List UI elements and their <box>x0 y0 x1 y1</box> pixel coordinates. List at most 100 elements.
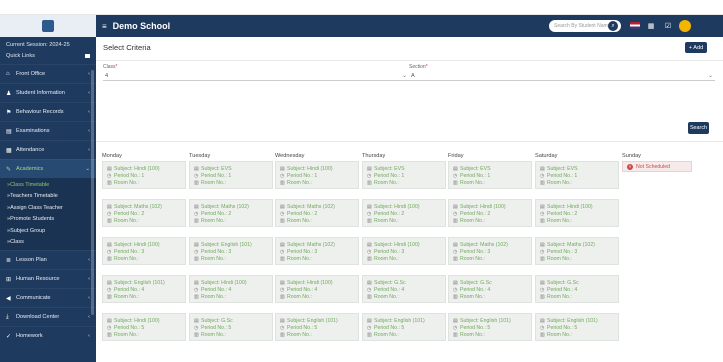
times-circle-icon: × <box>627 163 633 170</box>
cell-line: ◷ Period No.: 2 <box>540 210 614 217</box>
tasks-icon[interactable]: ☑ <box>662 20 674 32</box>
cell-line: ◷ Period No.: 4 <box>540 286 614 293</box>
sidebar-item[interactable]: ⤓ Download Center ‹ <box>0 307 96 326</box>
cell-line: ▥ Room No.: <box>107 179 181 186</box>
cell-line: ▤ Subject: Maths (102) <box>540 241 614 248</box>
building-icon: ▥ <box>194 293 199 300</box>
sidebar-item[interactable]: ▤ Examinations ‹ <box>0 121 96 140</box>
section-select[interactable]: A ⌄ <box>409 71 715 81</box>
cell-text: Room No.: <box>547 179 572 186</box>
book-icon: ▤ <box>107 241 112 248</box>
timetable-cell: ▤ Subject: Maths (102) ◷ Period No.: 2 ▥ Room… <box>102 199 186 227</box>
sidebar-item[interactable]: ◀ Communicate ‹ <box>0 288 96 307</box>
cell-text: Subject: Hindi (100) <box>547 203 593 210</box>
quick-links[interactable]: Quick Links <box>0 51 96 60</box>
timetable-cell: ▤ Subject: EVS ◷ Period No.: 1 ▥ Room No.: <box>362 161 446 189</box>
timetable-cell: ▤ Subject: English (101) ◷ Period No.: 5 ▥ Ro… <box>448 313 532 341</box>
cell-text: Room No.: <box>374 255 399 262</box>
school-logo[interactable] <box>0 15 96 37</box>
chevron-left-icon: ‹ <box>88 276 90 282</box>
clock-icon: ◷ <box>540 286 545 293</box>
sidebar-item-label: Lesson Plan <box>16 257 47 263</box>
logo-icon <box>42 20 54 32</box>
cell-line: ◷ Period No.: 4 <box>367 286 441 293</box>
submenu-item[interactable]: » Class <box>0 237 96 249</box>
submenu-item[interactable]: » Teachers Timetable <box>0 191 96 203</box>
chevron-left-icon: ‹ <box>88 314 90 320</box>
sidebar-item[interactable]: ▦ Attendance ‹ <box>0 140 96 159</box>
sidebar-item[interactable]: ♟ Student Information ‹ <box>0 83 96 102</box>
cell-line: ▥ Room No.: <box>194 331 268 338</box>
class-select[interactable]: 4 ⌄ <box>103 71 409 81</box>
cell-text: Subject: Hindi (100) <box>114 317 160 324</box>
clock-icon: ◷ <box>453 172 458 179</box>
submenu-item[interactable]: » Promote Students <box>0 214 96 226</box>
cell-text: Period No.: 3 <box>460 248 491 255</box>
submenu-item[interactable]: » Assign Class Teacher <box>0 202 96 214</box>
submenu-item-label: Subject Group <box>10 227 46 234</box>
cell-text: Subject: G.Sc <box>460 279 492 286</box>
submenu-item[interactable]: » Subject Group <box>0 225 96 237</box>
bullhorn-icon: ◀ <box>6 295 11 302</box>
day-header: Wednesday <box>275 153 305 159</box>
sidebar-item-label: Academics <box>16 166 44 172</box>
cell-line: ▥ Room No.: <box>107 217 181 224</box>
quick-links-icon <box>85 53 90 58</box>
timetable-cell: ▤ Subject: Maths (102) ◷ Period No.: 3 ▥ Room… <box>275 237 359 265</box>
required-mark: * <box>115 64 118 70</box>
sidebar-item[interactable]: ⚑ Behaviour Records ‹ <box>0 102 96 121</box>
calendar-icon: ▦ <box>6 147 12 154</box>
cell-text: Subject: G.Sc <box>374 279 406 286</box>
book-icon: ▤ <box>280 203 285 210</box>
hamburger-icon[interactable]: ≡ <box>102 22 107 31</box>
clock-icon: ◷ <box>280 210 285 217</box>
cell-text: Period No.: 4 <box>547 286 578 293</box>
book-icon: ▤ <box>453 165 458 172</box>
timetable-cell: ▤ Subject: Hindi (100) ◷ Period No.: 2 ▥ Room… <box>448 199 532 227</box>
language-flag-icon[interactable] <box>630 22 640 29</box>
timetable-cell: ▤ Subject: G.Sc ◷ Period No.: 4 ▥ Room No.: <box>535 275 619 303</box>
sidebar-item[interactable]: ⊞ Human Resource ‹ <box>0 269 96 288</box>
cell-text: Period No.: 5 <box>460 324 491 331</box>
cell-text: Period No.: 3 <box>114 248 145 255</box>
cell-text: Period No.: 3 <box>287 248 318 255</box>
chevron-down-icon: ⌄ <box>85 166 90 172</box>
sidebar-item[interactable]: ⌂ Front Office ‹ <box>0 64 96 83</box>
clock-icon: ◷ <box>540 324 545 331</box>
cell-line: ▤ Subject: Hindi (100) <box>107 165 181 172</box>
building-icon: ▥ <box>367 179 372 186</box>
sidebar-scrollbar[interactable] <box>91 70 94 315</box>
calendar-icon[interactable]: ▦ <box>645 20 657 32</box>
cell-text: Room No.: <box>201 217 226 224</box>
cell-text: Room No.: <box>287 293 312 300</box>
clock-icon: ◷ <box>280 172 285 179</box>
sidebar-item[interactable]: ≣ Lesson Plan ‹ <box>0 250 96 269</box>
building-icon: ▥ <box>453 179 458 186</box>
cell-line: ▥ Room No.: <box>453 293 527 300</box>
cell-text: Subject: G.Sc <box>547 279 579 286</box>
sidebar-item[interactable]: ✓ Homework ‹ <box>0 326 96 345</box>
cell-line: ◷ Period No.: 1 <box>280 172 354 179</box>
cell-text: Period No.: 2 <box>201 210 232 217</box>
sitemap-icon: ⊞ <box>6 276 12 283</box>
sidebar-item-label: Communicate <box>16 295 51 301</box>
user-avatar-icon[interactable] <box>679 20 691 32</box>
cell-line: ▤ Subject: English (101) <box>194 241 268 248</box>
sidebar-item[interactable]: ✎ Academics ⌄ <box>0 159 96 178</box>
clock-icon: ◷ <box>540 210 545 217</box>
student-search-input[interactable]: Search By Student Name ⌕ <box>549 20 621 32</box>
class-label-text: Class <box>103 64 116 70</box>
cell-text: Period No.: 5 <box>287 324 318 331</box>
timetable-cell: ▤ Subject: G.Sc ◷ Period No.: 4 ▥ Room No.: <box>448 275 532 303</box>
timetable-cell: ▤ Subject: Hindi (100) ◷ Period No.: 2 ▥ Room… <box>535 199 619 227</box>
building-icon: ▥ <box>194 255 199 262</box>
cell-line: ◷ Period No.: 3 <box>280 248 354 255</box>
add-button[interactable]: + Add <box>685 42 707 53</box>
search-button[interactable]: Search <box>688 122 709 134</box>
search-icon[interactable]: ⌕ <box>608 21 618 31</box>
day-header: Saturday <box>535 153 558 159</box>
cell-line: ◷ Period No.: 5 <box>453 324 527 331</box>
submenu-item[interactable]: » Class Timetable <box>0 179 96 191</box>
cell-text: Room No.: <box>287 179 312 186</box>
book-icon: ▤ <box>280 279 285 286</box>
